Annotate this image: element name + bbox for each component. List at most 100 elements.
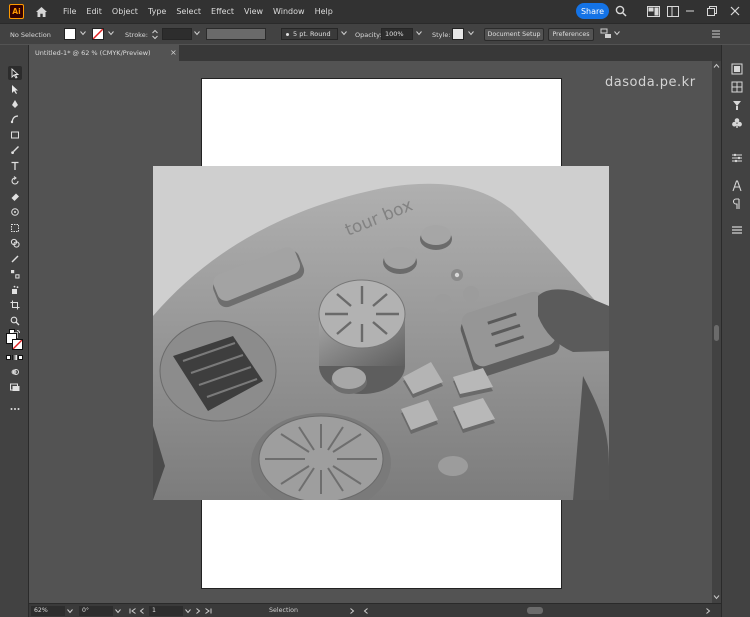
stroke-color-box[interactable]	[12, 339, 23, 350]
horizontal-scroll-thumb[interactable]	[527, 607, 543, 614]
scroll-right-icon[interactable]	[705, 608, 711, 614]
document-setup-button[interactable]: Document Setup	[484, 28, 544, 41]
menu-list: File Edit Object Type Select Effect View…	[63, 7, 343, 16]
share-button[interactable]: Share	[576, 3, 609, 19]
menu-select[interactable]: Select	[176, 7, 201, 16]
control-bar-menu-icon[interactable]	[711, 29, 721, 39]
brush-dropdown-icon[interactable]	[341, 30, 347, 36]
menu-type[interactable]: Type	[148, 7, 166, 16]
character-panel-icon[interactable]	[729, 178, 744, 193]
direct-selection-tool-icon[interactable]	[8, 82, 22, 96]
search-icon[interactable]	[614, 4, 628, 18]
paragraph-panel-icon[interactable]	[729, 196, 744, 211]
variable-width-profile[interactable]	[206, 28, 266, 40]
minimize-icon[interactable]	[683, 4, 697, 18]
graphic-style-swatch[interactable]	[452, 28, 464, 40]
arrange-icon[interactable]	[600, 28, 612, 40]
rotation-field[interactable]: 0°	[79, 606, 113, 616]
opacity-field[interactable]: 100%	[381, 28, 413, 40]
warp-tool-icon[interactable]	[8, 205, 22, 219]
none-button[interactable]	[18, 355, 23, 360]
dimple-2	[463, 286, 479, 302]
selection-tool-icon[interactable]	[8, 66, 22, 80]
color-panel-icon[interactable]	[729, 61, 744, 76]
scroll-up-icon[interactable]	[713, 63, 720, 69]
stroke-dropdown-icon[interactable]	[108, 30, 114, 36]
gradient-button[interactable]	[12, 355, 17, 360]
free-transform-tool-icon[interactable]	[8, 221, 22, 235]
stroke-weight-stepper[interactable]	[152, 29, 158, 40]
style-label: Style:	[432, 31, 451, 39]
type-tool-icon[interactable]	[8, 159, 22, 173]
fill-swatch[interactable]	[64, 28, 76, 40]
status-menu-icon[interactable]	[349, 608, 355, 614]
edit-toolbar-icon[interactable]	[8, 402, 22, 416]
next-artboard-icon[interactable]	[195, 608, 201, 614]
tools-panel	[0, 45, 29, 617]
fill-stroke-swatches[interactable]	[6, 333, 24, 351]
artboard-tool-icon[interactable]	[8, 298, 22, 312]
artboard-number-field[interactable]: 1	[149, 606, 183, 616]
symbol-sprayer-tool-icon[interactable]	[8, 283, 22, 297]
pen-tool-icon[interactable]	[8, 97, 22, 111]
home-icon[interactable]	[32, 3, 50, 21]
stroke-swatch[interactable]	[92, 28, 104, 40]
control-bar: No Selection Stroke: 5 pt. Round Opacity…	[0, 23, 750, 44]
document-tab[interactable]: Untitled-1* @ 62 % (CMYK/Preview)	[29, 45, 179, 61]
preferences-button[interactable]: Preferences	[548, 28, 594, 41]
scroll-down-icon[interactable]	[713, 594, 720, 600]
maximize-icon[interactable]	[705, 4, 719, 18]
rectangle-tool-icon[interactable]	[8, 128, 22, 142]
previous-artboard-icon[interactable]	[139, 608, 145, 614]
workspace-switcher-icon[interactable]	[666, 4, 680, 18]
stroke-weight-field[interactable]	[162, 28, 192, 40]
scroll-left-icon[interactable]	[363, 608, 369, 614]
canvas-area[interactable]: tour box dasoda.pe.kr	[29, 61, 712, 603]
shape-builder-tool-icon[interactable]	[8, 236, 22, 250]
arrange-dropdown-icon[interactable]	[614, 30, 620, 36]
vertical-scrollbar[interactable]	[712, 61, 721, 603]
brush-definition-field[interactable]: 5 pt. Round	[281, 28, 338, 40]
stroke-weight-dropdown-icon[interactable]	[194, 30, 200, 36]
screen-mode-icon[interactable]	[8, 380, 22, 394]
illustrator-window: Ai File Edit Object Type Select Effect V…	[0, 0, 750, 617]
style-dropdown-icon[interactable]	[468, 30, 474, 36]
last-artboard-icon[interactable]	[204, 608, 212, 614]
menu-effect[interactable]: Effect	[211, 7, 234, 16]
menu-window[interactable]: Window	[273, 7, 305, 16]
tab-close-icon[interactable]: ×	[170, 48, 177, 57]
zoom-level-field[interactable]: 62%	[31, 606, 65, 616]
round-button-2	[421, 225, 451, 245]
zoom-tool-icon[interactable]	[8, 314, 22, 328]
rotation-dropdown-icon[interactable]	[115, 608, 121, 614]
symbols-panel-icon[interactable]	[729, 115, 744, 130]
curvature-tool-icon[interactable]	[8, 112, 22, 126]
menu-file[interactable]: File	[63, 7, 76, 16]
placed-product-image[interactable]: tour box	[153, 166, 609, 500]
blend-tool-icon[interactable]	[8, 267, 22, 281]
status-bar: 62% 0° 1 Selection	[29, 603, 721, 617]
drawing-modes-icon[interactable]	[8, 365, 22, 379]
artboard-dropdown-icon[interactable]	[185, 608, 191, 614]
menu-view[interactable]: View	[244, 7, 263, 16]
zoom-dropdown-icon[interactable]	[67, 608, 73, 614]
first-artboard-icon[interactable]	[129, 608, 137, 614]
brushes-panel-icon[interactable]	[729, 97, 744, 112]
menu-object[interactable]: Object	[112, 7, 138, 16]
color-button[interactable]	[6, 355, 11, 360]
layers-panel-icon[interactable]	[729, 222, 744, 237]
paintbrush-tool-icon[interactable]	[8, 143, 22, 157]
fill-dropdown-icon[interactable]	[80, 30, 86, 36]
menu-help[interactable]: Help	[315, 7, 333, 16]
rotate-tool-icon[interactable]	[8, 174, 22, 188]
menu-edit[interactable]: Edit	[86, 7, 102, 16]
properties-panel-icon[interactable]	[729, 150, 744, 165]
arrange-documents-icon[interactable]	[646, 4, 660, 18]
eyedropper-tool-icon[interactable]	[8, 252, 22, 266]
opacity-dropdown-icon[interactable]	[416, 30, 422, 36]
panel-dock	[721, 45, 750, 617]
eraser-tool-icon[interactable]	[8, 190, 22, 204]
vertical-scroll-thumb[interactable]	[714, 325, 719, 341]
swatches-panel-icon[interactable]	[729, 79, 744, 94]
close-window-icon[interactable]	[728, 4, 742, 18]
